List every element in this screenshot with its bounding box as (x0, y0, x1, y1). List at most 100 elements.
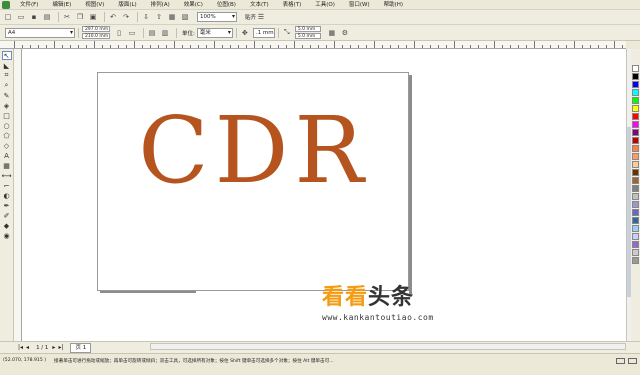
color-swatch[interactable] (632, 153, 639, 160)
color-swatch[interactable] (632, 177, 639, 184)
blend-tool-icon[interactable]: ◐ (2, 191, 12, 200)
nudge-distance-field[interactable]: .1 mm (252, 27, 275, 38)
color-swatch[interactable] (632, 81, 639, 88)
next-page-icon[interactable]: ▸ (52, 344, 55, 351)
save-icon[interactable]: ▪ (29, 12, 39, 22)
color-swatch[interactable] (632, 169, 639, 176)
paper-size-select[interactable]: A4 (5, 27, 75, 38)
freehand-tool-icon[interactable]: ✎ (2, 91, 12, 100)
color-swatch[interactable] (632, 193, 639, 200)
color-swatch[interactable] (632, 217, 639, 224)
color-swatch[interactable] (632, 201, 639, 208)
text-tool-icon[interactable]: A (2, 151, 12, 160)
ruler-tick (238, 45, 239, 48)
drawing-page[interactable]: CDR (97, 72, 409, 291)
table-tool-icon[interactable]: ▦ (2, 161, 12, 170)
menu-text[interactable]: 文本(T) (243, 0, 276, 10)
open-folder-icon[interactable]: ▭ (16, 12, 26, 22)
landscape-icon[interactable]: ▭ (127, 28, 137, 38)
import-icon[interactable]: ⇩ (141, 12, 151, 22)
menu-view[interactable]: 视图(V) (78, 0, 111, 10)
options-icon[interactable]: ⚙ (340, 28, 350, 38)
menu-edit[interactable]: 编辑(E) (45, 0, 78, 10)
color-swatch[interactable] (632, 97, 639, 104)
options-icon[interactable]: ☰ (256, 12, 266, 22)
basic-shapes-icon[interactable]: ◇ (2, 141, 12, 150)
color-swatch[interactable] (632, 137, 639, 144)
smart-fill-icon[interactable]: ◈ (2, 101, 12, 110)
menu-table[interactable]: 表格(T) (276, 0, 309, 10)
color-swatch[interactable] (632, 73, 639, 80)
drawing-workspace[interactable]: CDR 看看头条 www.kankantoutiao.com (22, 49, 626, 341)
ruler-tick (30, 45, 31, 48)
copy-icon[interactable]: ❐ (75, 12, 85, 22)
color-swatch[interactable] (632, 249, 639, 256)
redo-icon[interactable]: ↷ (121, 12, 131, 22)
menu-window[interactable]: 窗口(W) (342, 0, 377, 10)
color-swatch[interactable] (632, 89, 639, 96)
first-page-icon[interactable]: |◂ (18, 344, 23, 351)
launcher-icon[interactable]: ▦ (167, 12, 177, 22)
color-swatch[interactable] (632, 105, 639, 112)
menu-tools[interactable]: 工具(O) (308, 0, 342, 10)
color-swatch[interactable] (632, 225, 639, 232)
connector-tool-icon[interactable]: ⌐ (2, 181, 12, 190)
snap-to-button[interactable]: 贴齐 (245, 13, 256, 21)
outline-indicator-icon[interactable] (628, 358, 637, 364)
export-icon[interactable]: ⇧ (154, 12, 164, 22)
color-swatch[interactable] (632, 161, 639, 168)
units-select[interactable]: 毫米 (196, 27, 233, 38)
current-page-icon[interactable]: ▥ (160, 28, 170, 38)
paste-icon[interactable]: ▣ (88, 12, 98, 22)
undo-icon[interactable]: ↶ (108, 12, 118, 22)
pick-tool-icon[interactable]: ↖ (1, 51, 12, 60)
color-swatch[interactable] (632, 209, 639, 216)
page-width-field[interactable]: 297.0 mm (82, 26, 110, 32)
color-swatch[interactable] (632, 129, 639, 136)
last-page-icon[interactable]: ▸| (58, 344, 63, 351)
menu-help[interactable]: 帮助(H) (377, 0, 410, 10)
print-icon[interactable]: ▤ (42, 12, 52, 22)
rectangle-tool-icon[interactable]: □ (2, 111, 12, 120)
outline-pen-icon[interactable]: ✐ (2, 211, 12, 220)
menu-effects[interactable]: 效果(C) (177, 0, 210, 10)
color-swatch[interactable] (632, 185, 639, 192)
polygon-tool-icon[interactable]: ⬠ (2, 131, 12, 140)
prev-page-icon[interactable]: ◂ (26, 344, 29, 351)
color-swatch[interactable] (632, 257, 639, 264)
all-pages-icon[interactable]: ▤ (147, 28, 157, 38)
vertical-ruler[interactable] (14, 49, 22, 341)
color-swatch[interactable] (632, 145, 639, 152)
zoom-level-select[interactable]: 100% (197, 12, 237, 22)
crop-tool-icon[interactable]: ⌗ (2, 71, 12, 80)
color-swatch[interactable] (632, 241, 639, 248)
welcome-icon[interactable]: ▧ (180, 12, 190, 22)
portrait-icon[interactable]: ▯ (114, 28, 124, 38)
page-tab[interactable]: 页 1 (70, 342, 92, 353)
shape-tool-icon[interactable]: ◣ (2, 61, 12, 70)
new-document-icon[interactable]: □ (3, 12, 13, 22)
fill-indicator-icon[interactable] (616, 358, 625, 364)
menu-file[interactable]: 文件(F) (13, 0, 45, 10)
ellipse-tool-icon[interactable]: ○ (2, 121, 12, 130)
menu-layout[interactable]: 版面(L) (111, 0, 143, 10)
menu-arrange[interactable]: 排列(A) (144, 0, 177, 10)
cut-icon[interactable]: ✂ (62, 12, 72, 22)
interactive-fill-icon[interactable]: ◉ (2, 231, 12, 240)
fill-tool-icon[interactable]: ◆ (2, 221, 12, 230)
menu-bitmaps[interactable]: 位图(B) (210, 0, 243, 10)
eyedropper-icon[interactable]: ✒ (2, 201, 12, 210)
color-swatch[interactable] (632, 113, 639, 120)
duplicate-y-field[interactable]: 5.0 mm (294, 33, 321, 39)
color-swatch[interactable] (632, 121, 639, 128)
horizontal-scrollbar[interactable] (150, 343, 626, 350)
cdr-text-object[interactable]: CDR (98, 105, 410, 197)
zoom-tool-icon[interactable]: ⌕ (2, 81, 12, 90)
treat-as-filled-icon[interactable]: ▦ (327, 28, 337, 38)
color-swatch[interactable] (632, 233, 639, 240)
color-swatch[interactable] (632, 65, 639, 72)
page-height-field[interactable]: 210.0 mm (82, 33, 110, 39)
dimension-tool-icon[interactable]: ⟷ (1, 171, 11, 180)
horizontal-ruler[interactable] (14, 41, 626, 49)
duplicate-x-field[interactable]: 5.0 mm (294, 26, 321, 32)
